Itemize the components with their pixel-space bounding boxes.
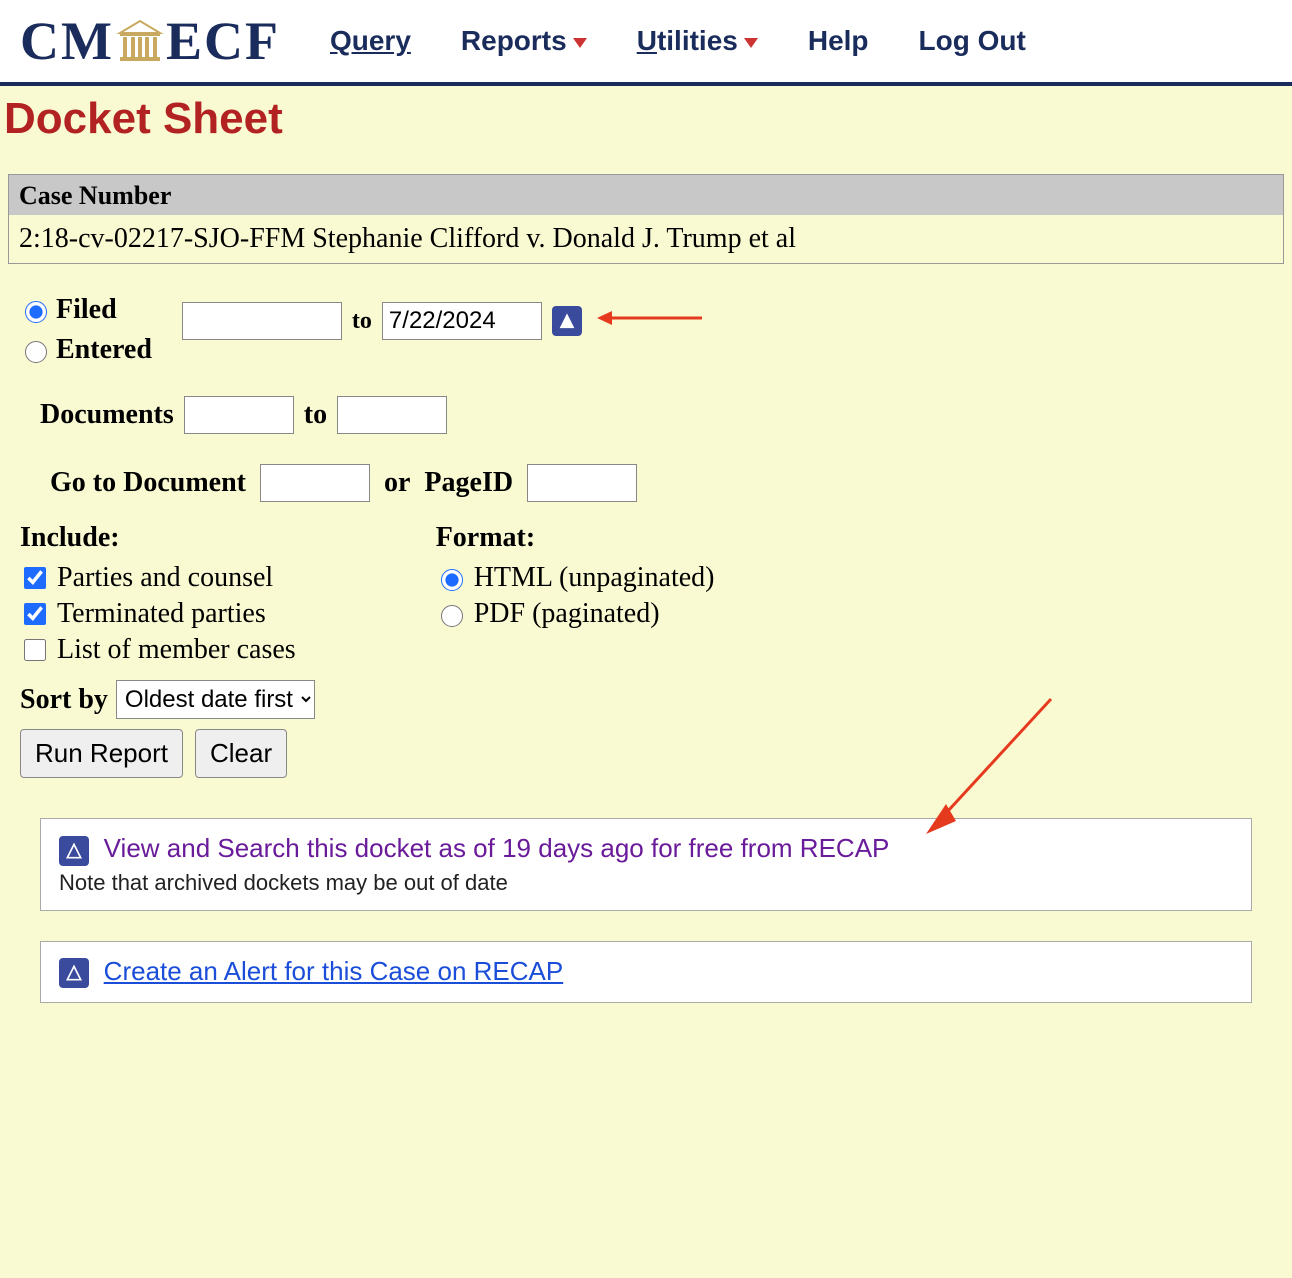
nav-links: Query Reports Utilities Help Log Out [330, 25, 1026, 57]
recap-icon [59, 836, 89, 866]
options-columns: Include: Parties and counsel Terminated … [20, 522, 1272, 670]
member-cases-row[interactable]: List of member cases [20, 634, 296, 666]
recap-view-note: Note that archived dockets may be out of… [59, 870, 1233, 896]
date-to-label: to [352, 308, 372, 335]
sortby-row: Sort by Oldest date first [20, 680, 1272, 719]
sortby-select[interactable]: Oldest date first [116, 680, 315, 719]
format-html-radio[interactable] [441, 569, 463, 591]
date-from-input[interactable] [182, 302, 342, 340]
recap-extension-icon[interactable] [552, 306, 582, 336]
recap-view-link[interactable]: View and Search this docket as of 19 day… [104, 833, 890, 863]
dropdown-arrow-icon [744, 38, 758, 48]
goto-document-input[interactable] [260, 464, 370, 502]
nav-reports[interactable]: Reports [461, 25, 587, 57]
date-to-input[interactable] [382, 302, 542, 340]
logo-ecf-text: ECF [166, 10, 280, 72]
entered-label: Entered [56, 334, 152, 366]
date-filter-row: Filed Entered to [20, 294, 1272, 366]
documents-label: Documents [40, 399, 174, 431]
recap-alert-link[interactable]: Create an Alert for this Case on RECAP [104, 956, 564, 986]
button-row: Run Report Clear [20, 729, 1272, 778]
run-report-button[interactable]: Run Report [20, 729, 183, 778]
entered-radio-row[interactable]: Entered [20, 334, 152, 366]
documents-row: Documents to [40, 396, 1272, 434]
terminated-parties-row[interactable]: Terminated parties [20, 598, 296, 630]
filed-radio[interactable] [25, 301, 47, 323]
annotation-arrow-icon [592, 303, 712, 340]
nav-help[interactable]: Help [808, 25, 869, 57]
terminated-parties-checkbox[interactable] [24, 603, 46, 625]
nav-query[interactable]: Query [330, 25, 411, 57]
pageid-input[interactable] [527, 464, 637, 502]
goto-document-label: Go to Document [50, 467, 246, 499]
goto-or-label: or [384, 467, 410, 499]
nav-utilities[interactable]: Utilities [637, 25, 758, 57]
documents-to-label: to [304, 399, 327, 431]
pageid-label: PageID [424, 467, 513, 499]
recap-alert-box: Create an Alert for this Case on RECAP [40, 941, 1252, 1004]
format-pdf-radio[interactable] [441, 605, 463, 627]
format-column: Format: HTML (unpaginated) PDF (paginate… [436, 522, 715, 670]
clear-button[interactable]: Clear [195, 729, 287, 778]
documents-from-input[interactable] [184, 396, 294, 434]
cmecf-logo: CM ECF [20, 10, 280, 72]
nav-logout[interactable]: Log Out [919, 25, 1026, 57]
recap-icon [59, 958, 89, 988]
top-nav-bar: CM ECF Query Reports Utilities Help Log … [0, 0, 1292, 86]
documents-to-input[interactable] [337, 396, 447, 434]
format-pdf-row[interactable]: PDF (paginated) [436, 598, 715, 630]
case-number-box: Case Number 2:18-cv-02217-SJO-FFM Stepha… [8, 174, 1284, 264]
parties-counsel-row[interactable]: Parties and counsel [20, 562, 296, 594]
page-title: Docket Sheet [4, 94, 1292, 144]
sortby-label: Sort by [20, 684, 108, 716]
recap-view-box: View and Search this docket as of 19 day… [40, 818, 1252, 911]
entered-radio[interactable] [25, 341, 47, 363]
courthouse-icon [116, 19, 164, 63]
case-number-value: 2:18-cv-02217-SJO-FFM Stephanie Clifford… [9, 215, 1283, 263]
include-column: Include: Parties and counsel Terminated … [20, 522, 296, 670]
dropdown-arrow-icon [573, 38, 587, 48]
member-cases-checkbox[interactable] [24, 639, 46, 661]
logo-cm-text: CM [20, 10, 114, 72]
case-number-label: Case Number [9, 175, 1283, 215]
goto-document-row: Go to Document or PageID [50, 464, 1272, 502]
include-title: Include: [20, 522, 296, 554]
format-title: Format: [436, 522, 715, 554]
parties-counsel-checkbox[interactable] [24, 567, 46, 589]
format-html-row[interactable]: HTML (unpaginated) [436, 562, 715, 594]
filed-label: Filed [56, 294, 117, 326]
filed-radio-row[interactable]: Filed [20, 294, 152, 326]
